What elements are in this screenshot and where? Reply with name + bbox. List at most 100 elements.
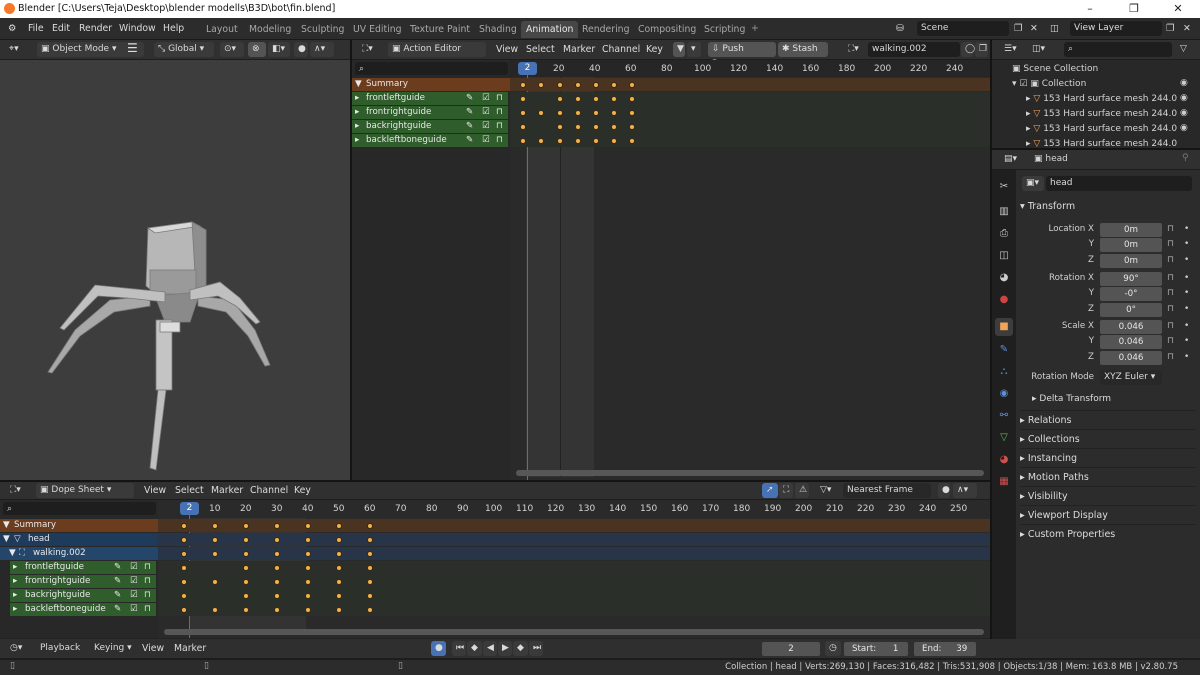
maximize-icon[interactable]: ❐ bbox=[1112, 0, 1156, 18]
keyframe[interactable] bbox=[305, 523, 311, 529]
lock-icon[interactable]: ⊓ bbox=[1167, 224, 1174, 234]
eye-icon[interactable]: ◉ bbox=[1180, 78, 1188, 88]
tab-layout[interactable]: Layout bbox=[201, 21, 243, 38]
modifier-tab-icon[interactable]: ✎ bbox=[995, 341, 1013, 359]
close-icon[interactable]: ✕ bbox=[1156, 0, 1200, 18]
keyframe[interactable] bbox=[274, 523, 280, 529]
keyframe[interactable] bbox=[520, 82, 526, 88]
snap-dropdown[interactable]: Nearest Frame bbox=[843, 483, 931, 498]
checkbox-icon[interactable]: ☑ bbox=[482, 120, 490, 133]
keyframe[interactable] bbox=[593, 124, 599, 130]
object-tab-icon[interactable]: ■ bbox=[995, 318, 1013, 336]
keying-menu[interactable]: Keying ▾ bbox=[90, 641, 138, 656]
prev-keyframe-icon[interactable]: ◆ bbox=[467, 641, 482, 656]
action-editor-mode-dropdown[interactable]: ▣ Action Editor bbox=[388, 42, 486, 57]
auto-keying-icon[interactable]: ● bbox=[431, 641, 446, 656]
ds-channel-2[interactable]: ▸ backrightguide ✎ ☑ ⊓ bbox=[10, 589, 156, 602]
ds-object-channel[interactable]: ▼ ▽ head bbox=[0, 533, 158, 546]
keyframe[interactable] bbox=[593, 82, 599, 88]
scale-x-field[interactable]: 0.046 bbox=[1100, 320, 1162, 334]
keyframe[interactable] bbox=[629, 82, 635, 88]
keyframe-dot-icon[interactable]: • bbox=[1184, 255, 1189, 265]
editor-type-icon[interactable]: ◷▾ bbox=[6, 641, 32, 656]
keyframe[interactable] bbox=[538, 138, 544, 144]
wrench-icon[interactable]: ✎ bbox=[114, 589, 121, 602]
checkbox-icon[interactable]: ☑ bbox=[1019, 79, 1027, 89]
lock-icon[interactable]: ⊓ bbox=[496, 134, 503, 147]
expand-icon[interactable]: ▸ bbox=[1026, 94, 1031, 104]
ae-channel-1[interactable]: ▸ frontrightguide ✎ ☑ ⊓ bbox=[352, 106, 508, 119]
expand-icon[interactable]: ▸ bbox=[355, 92, 359, 105]
pivot-icon[interactable]: ⊙▾ bbox=[220, 42, 244, 57]
ae-menu-key[interactable]: Key bbox=[646, 43, 663, 57]
display-mode-icon[interactable]: ◫▾ bbox=[1028, 42, 1052, 57]
keyframe[interactable] bbox=[181, 565, 187, 571]
checkbox-icon[interactable]: ☑ bbox=[130, 561, 138, 574]
visibility-panel-header[interactable]: ▸ Visibility bbox=[1020, 486, 1196, 505]
only-selected-icon[interactable]: ➚ bbox=[762, 483, 778, 498]
menu-edit[interactable]: Edit bbox=[52, 22, 70, 36]
keyframe[interactable] bbox=[243, 579, 249, 585]
collection-row[interactable]: ▾ ☑ ▣ Collection bbox=[1012, 77, 1086, 91]
lock-icon[interactable]: ⊓ bbox=[1167, 255, 1174, 265]
play-reverse-icon[interactable]: ◀ bbox=[483, 641, 497, 656]
keyframe[interactable] bbox=[367, 551, 373, 557]
tab-uv-editing[interactable]: UV Editing bbox=[348, 21, 407, 38]
scale-y-field[interactable]: 0.046 bbox=[1100, 335, 1162, 349]
scene-field[interactable]: Scene bbox=[917, 21, 1009, 36]
tab-shading[interactable]: Shading bbox=[474, 21, 522, 38]
instancing-panel-header[interactable]: ▸ Instancing bbox=[1020, 448, 1196, 467]
stash-button[interactable]: ✱ Stash bbox=[778, 42, 828, 57]
errors-icon[interactable]: ⚠ bbox=[795, 483, 809, 498]
keyframe[interactable] bbox=[243, 565, 249, 571]
keyframe[interactable] bbox=[336, 523, 342, 529]
keyframe-dot-icon[interactable]: • bbox=[1184, 321, 1189, 331]
keyframe[interactable] bbox=[212, 523, 218, 529]
action-name-field[interactable]: walking.002 bbox=[868, 42, 960, 57]
jump-end-icon[interactable]: ⏭ bbox=[529, 641, 543, 656]
keyframe[interactable] bbox=[181, 551, 187, 557]
viewport-display-panel-header[interactable]: ▸ Viewport Display bbox=[1020, 505, 1196, 524]
lock-icon[interactable]: ⊓ bbox=[1167, 273, 1174, 283]
keyframe[interactable] bbox=[367, 537, 373, 543]
expand-icon[interactable]: ▸ bbox=[355, 106, 359, 119]
keyframe[interactable] bbox=[243, 551, 249, 557]
blender-menu-icon[interactable]: ⚙ bbox=[8, 22, 16, 36]
expand-icon[interactable]: ▸ bbox=[1026, 124, 1031, 134]
expand-icon[interactable]: ▸ bbox=[1026, 109, 1031, 119]
keyframe[interactable] bbox=[520, 124, 526, 130]
wrench-icon[interactable]: ✎ bbox=[114, 575, 121, 588]
editor-type-icon[interactable]: ▤▾ bbox=[1000, 152, 1024, 167]
ds-summary-channel[interactable]: ▼ Summary bbox=[0, 519, 158, 532]
outliner-item[interactable]: ▸ ▽ 153 Hard surface mesh 244.0 bbox=[1026, 122, 1177, 136]
remove-scene-icon[interactable]: ✕ bbox=[1030, 22, 1038, 36]
pin-icon[interactable]: ⚲ bbox=[1182, 153, 1189, 163]
lock-icon[interactable]: ⊓ bbox=[1167, 304, 1174, 314]
keyframe[interactable] bbox=[593, 96, 599, 102]
keyframe[interactable] bbox=[243, 523, 249, 529]
ae-menu-select[interactable]: Select bbox=[526, 43, 555, 57]
keyframe[interactable] bbox=[538, 82, 544, 88]
tab-texture-paint[interactable]: Texture Paint bbox=[405, 21, 475, 38]
checkbox-icon[interactable]: ☑ bbox=[482, 106, 490, 119]
play-icon[interactable]: ▶ bbox=[498, 641, 512, 656]
lock-icon[interactable]: ⊓ bbox=[496, 106, 503, 119]
tab-compositing[interactable]: Compositing bbox=[633, 21, 701, 38]
eye-icon[interactable]: ◉ bbox=[1180, 93, 1188, 103]
keyframe[interactable] bbox=[305, 579, 311, 585]
keyframe-dot-icon[interactable]: • bbox=[1184, 224, 1189, 234]
orientation-dropdown[interactable]: ⤡ Global ▾ bbox=[154, 42, 214, 57]
ae-menu-marker[interactable]: Marker bbox=[563, 43, 595, 57]
constraints-tab-icon[interactable]: ⚯ bbox=[995, 407, 1013, 425]
keyframe[interactable] bbox=[520, 96, 526, 102]
ae-menu-channel[interactable]: Channel bbox=[602, 43, 640, 57]
ds-menu-key[interactable]: Key bbox=[294, 484, 311, 498]
keyframe[interactable] bbox=[611, 124, 617, 130]
keyframe[interactable] bbox=[274, 551, 280, 557]
keyframe[interactable] bbox=[538, 110, 544, 116]
filter-icon[interactable]: ▽▾ bbox=[816, 483, 838, 498]
keyframe[interactable] bbox=[181, 593, 187, 599]
output-tab-icon[interactable]: ⎙ bbox=[995, 225, 1013, 243]
keyframe[interactable] bbox=[305, 537, 311, 543]
lock-icon[interactable]: ⊓ bbox=[1167, 288, 1174, 298]
